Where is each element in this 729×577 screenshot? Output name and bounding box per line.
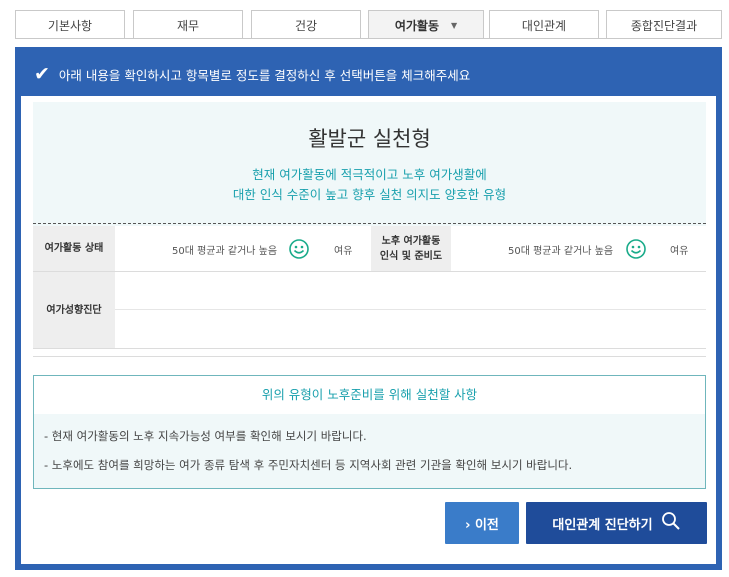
tab-finance[interactable]: 재무 <box>133 10 243 39</box>
tab-divider <box>15 38 722 39</box>
tab-overall-result[interactable]: 종합진단결과 <box>606 10 722 39</box>
tab-label: 여가활동 <box>394 18 439 33</box>
action-items-title: 위의 유형이 노후준비를 위해 실천할 사항 <box>261 387 478 402</box>
tab-label: 기본사항 <box>47 18 93 33</box>
tab-leisure[interactable]: 여가활동 ▼ <box>368 10 484 39</box>
tab-basic[interactable]: 기본사항 <box>15 10 125 39</box>
diagnosis-frame: ✔ 아래 내용을 확인하시고 항목별로 정도를 결정하신 후 선택버튼을 체크해… <box>15 47 722 570</box>
magnifier-icon <box>661 511 681 535</box>
result-description-line2: 대한 인식 수준이 높고 향후 실천 의지도 양호한 유형 <box>232 187 507 202</box>
result-title: 활발군 실천형 <box>308 127 431 151</box>
prev-button-label: › 이전 <box>465 517 499 533</box>
list-item: - 노후에도 참여를 희망하는 여가 종류 탐색 후 주민자치센터 등 지역사회… <box>44 458 573 472</box>
smiley-icon <box>289 226 309 272</box>
action-items-box: 위의 유형이 노후준비를 위해 실천할 사항 - 현재 여가활동의 노후 지속가… <box>33 375 706 489</box>
leisure-tendency-header: 여가성향진단 <box>33 272 115 348</box>
tab-relationships[interactable]: 대인관계 <box>489 10 599 39</box>
leisure-status-header: 여가활동 상태 <box>33 226 115 271</box>
instruction-text: 아래 내용을 확인하시고 항목별로 정도를 결정하신 후 선택버튼을 체크해주세… <box>58 68 471 83</box>
list-item: - 현재 여가활동의 노후 지속가능성 여부를 확인해 보시기 바랍니다. <box>44 429 367 443</box>
leisure-status-value: 50대 평균과 같거나 높음 <box>172 245 278 257</box>
tab-bar: 기본사항 재무 건강 여가활동 ▼ 대인관계 종합진단결과 <box>15 10 722 39</box>
tab-label: 재무 <box>176 18 200 33</box>
tab-label: 건강 <box>294 18 318 33</box>
table-row: 여가성향진단 <box>33 272 706 349</box>
result-header: 활발군 실천형 현재 여가활동에 적극적이고 노후 여가생활에 대한 인식 수준… <box>33 102 706 226</box>
row-divider <box>115 309 706 310</box>
chevron-down-icon: ▼ <box>451 20 458 30</box>
instruction-bar: ✔ 아래 내용을 확인하시고 항목별로 정도를 결정하신 후 선택버튼을 체크해… <box>34 65 470 84</box>
result-panel: 활발군 실천형 현재 여가활동에 적극적이고 노후 여가생활에 대한 인식 수준… <box>21 96 716 564</box>
retirement-readiness-level: 여유 <box>670 245 689 257</box>
tab-health[interactable]: 건강 <box>251 10 361 39</box>
action-items-list: - 현재 여가활동의 노후 지속가능성 여부를 확인해 보시기 바랍니다. - … <box>34 414 705 488</box>
dashed-divider <box>33 223 706 224</box>
smiley-icon <box>626 226 646 272</box>
check-icon: ✔ <box>34 63 50 85</box>
tab-label: 종합진단결과 <box>630 18 698 33</box>
leisure-status-level: 여유 <box>334 245 353 257</box>
table-bottom-divider <box>33 356 706 357</box>
next-button-label: 대인관계 진단하기 <box>552 517 653 533</box>
tab-label: 대인관계 <box>521 18 567 33</box>
result-description-line1: 현재 여가활동에 적극적이고 노후 여가생활에 <box>252 167 487 182</box>
next-diagnosis-button[interactable]: 대인관계 진단하기 <box>526 502 707 544</box>
prev-button[interactable]: › 이전 <box>445 502 519 544</box>
retirement-readiness-header: 노후 여가활동 인식 및 준비도 <box>371 226 451 271</box>
table-row: 여가활동 상태 50대 평균과 같거나 높음 여유 노후 여가활동 인식 및 준비… <box>33 226 706 272</box>
retirement-readiness-value: 50대 평균과 같거나 높음 <box>508 245 614 257</box>
